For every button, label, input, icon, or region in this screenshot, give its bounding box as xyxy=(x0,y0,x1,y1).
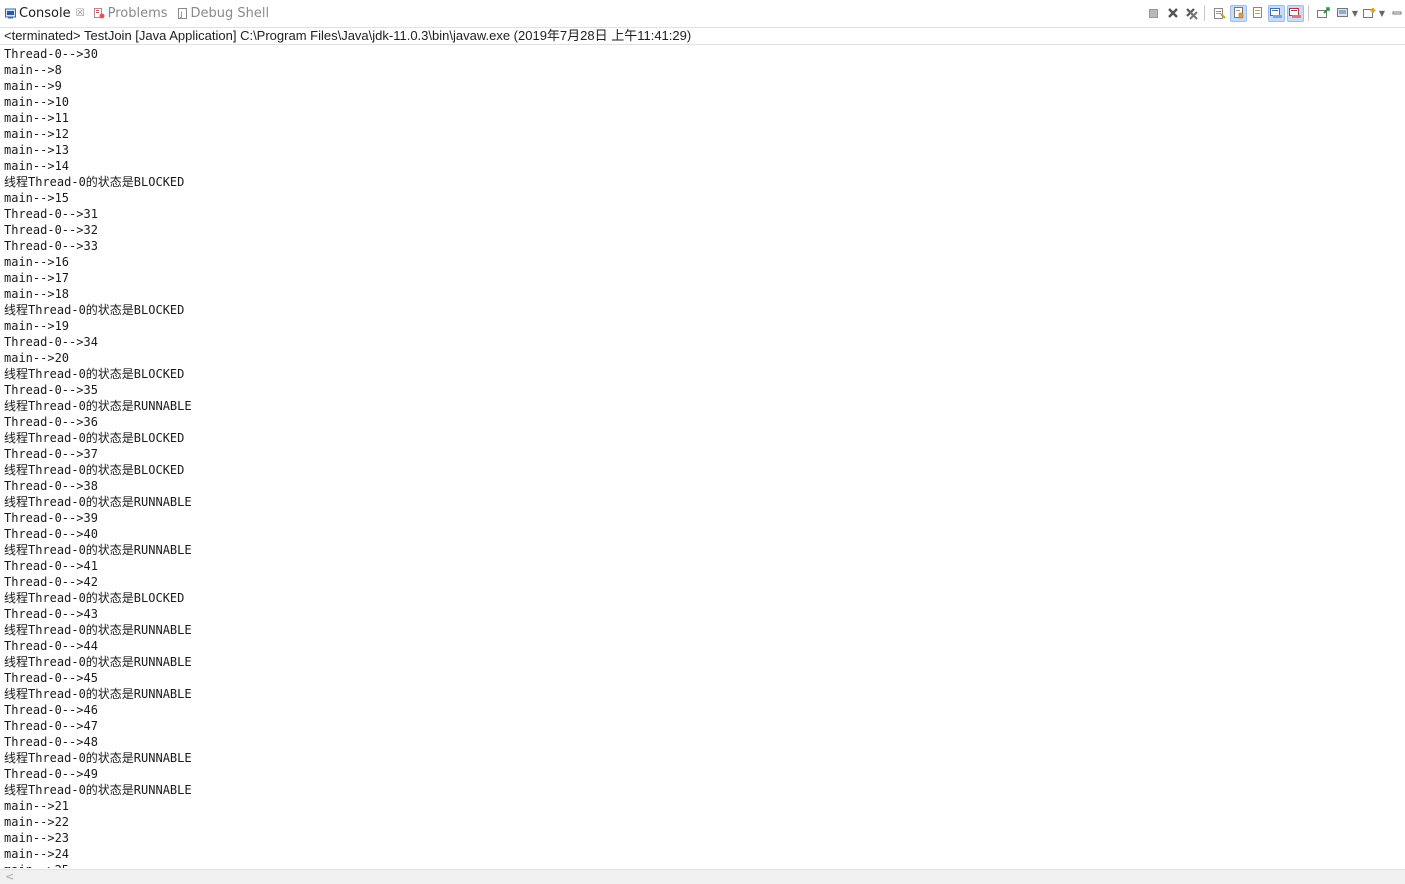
console-line: Thread-0-->37 xyxy=(4,447,98,461)
chevron-down-icon[interactable]: ▼ xyxy=(1351,5,1359,22)
console-line: Thread-0-->33 xyxy=(4,239,98,253)
console-line: main-->10 xyxy=(4,95,70,109)
console-line: 线程Thread-0的状态是RUNNABLE xyxy=(4,655,192,669)
divider xyxy=(0,44,1405,45)
close-icon[interactable]: ☒ xyxy=(76,8,85,19)
console-line: main-->24 xyxy=(4,847,70,861)
tab-problems[interactable]: Problems xyxy=(89,0,172,27)
console-line: Thread-0-->31 xyxy=(4,207,98,221)
console-line: main-->12 xyxy=(4,127,70,141)
console-line: main-->19 xyxy=(4,319,70,333)
console-line: 线程Thread-0的状态是RUNNABLE xyxy=(4,495,192,509)
problems-icon xyxy=(93,8,105,19)
tab-problems-label: Problems xyxy=(107,6,168,21)
pin-console-icon[interactable] xyxy=(1315,5,1332,22)
console-line: main-->22 xyxy=(4,815,70,829)
console-line: main-->9 xyxy=(4,79,62,93)
console-line: 线程Thread-0的状态是RUNNABLE xyxy=(4,687,192,701)
console-line: Thread-0-->38 xyxy=(4,479,98,493)
horizontal-scrollbar[interactable]: < xyxy=(0,869,1405,884)
tab-debug-shell[interactable]: J Debug Shell xyxy=(172,0,274,27)
console-line: Thread-0-->35 xyxy=(4,383,98,397)
tab-console-label: Console xyxy=(19,6,71,21)
debug-shell-icon: J xyxy=(177,8,188,19)
console-line: 线程Thread-0的状态是BLOCKED xyxy=(4,463,185,477)
console-line: Thread-0-->48 xyxy=(4,735,98,749)
clear-console-icon[interactable] xyxy=(1211,5,1228,22)
console-line: Thread-0-->30 xyxy=(4,47,98,61)
console-status-line: <terminated> TestJoin [Java Application]… xyxy=(4,28,692,43)
console-line: Thread-0-->32 xyxy=(4,223,98,237)
svg-text:J: J xyxy=(179,11,182,19)
console-line: main-->11 xyxy=(4,111,70,125)
console-line: main-->25 xyxy=(4,862,1399,868)
console-icon xyxy=(5,8,16,19)
minimize-icon[interactable] xyxy=(1388,5,1405,22)
console-line: 线程Thread-0的状态是BLOCKED xyxy=(4,591,185,605)
toolbar-separator xyxy=(1204,5,1205,21)
open-console-icon[interactable] xyxy=(1361,5,1378,22)
console-line: Thread-0-->43 xyxy=(4,607,98,621)
console-line: main-->20 xyxy=(4,351,70,365)
terminate-icon[interactable] xyxy=(1145,5,1162,22)
console-line: 线程Thread-0的状态是RUNNABLE xyxy=(4,783,192,797)
console-line: Thread-0-->49 xyxy=(4,767,98,781)
console-line: Thread-0-->36 xyxy=(4,415,98,429)
toolbar-separator xyxy=(1308,5,1309,21)
word-wrap-icon[interactable] xyxy=(1249,5,1266,22)
show-on-stderr-icon[interactable] xyxy=(1287,4,1304,22)
console-line: 线程Thread-0的状态是RUNNABLE xyxy=(4,543,192,557)
console-line: 线程Thread-0的状态是BLOCKED xyxy=(4,431,185,445)
console-line: main-->13 xyxy=(4,143,70,157)
chevron-down-icon[interactable]: ▼ xyxy=(1378,5,1386,22)
console-line: main-->14 xyxy=(4,159,70,173)
console-line: Thread-0-->39 xyxy=(4,511,98,525)
console-line: main-->21 xyxy=(4,799,70,813)
console-line: 线程Thread-0的状态是RUNNABLE xyxy=(4,399,192,413)
console-line: 线程Thread-0的状态是RUNNABLE xyxy=(4,751,192,765)
console-line: main-->16 xyxy=(4,255,70,269)
scroll-lock-icon[interactable] xyxy=(1230,4,1247,22)
console-line: 线程Thread-0的状态是BLOCKED xyxy=(4,367,185,381)
console-line: Thread-0-->44 xyxy=(4,639,98,653)
console-line: 线程Thread-0的状态是RUNNABLE xyxy=(4,623,192,637)
console-line: main-->15 xyxy=(4,191,70,205)
tab-debug-shell-label: Debug Shell xyxy=(190,6,270,21)
display-selected-console-icon[interactable] xyxy=(1334,5,1351,22)
console-line: Thread-0-->40 xyxy=(4,527,98,541)
console-line: main-->23 xyxy=(4,831,70,845)
console-line: Thread-0-->41 xyxy=(4,559,98,573)
console-line: Thread-0-->45 xyxy=(4,671,98,685)
console-line: Thread-0-->47 xyxy=(4,719,98,733)
tab-console[interactable]: Console ☒ xyxy=(0,0,89,27)
console-line: Thread-0-->46 xyxy=(4,703,98,717)
view-tab-bar: Console ☒ Problems J Debug Shell ▼ ▼ xyxy=(0,0,1405,28)
console-line: 线程Thread-0的状态是BLOCKED xyxy=(4,303,185,317)
remove-all-terminated-icon[interactable] xyxy=(1183,5,1200,22)
console-toolbar: ▼ ▼ xyxy=(1143,3,1405,23)
show-on-stdout-icon[interactable] xyxy=(1268,4,1285,22)
console-line: Thread-0-->42 xyxy=(4,575,98,589)
scroll-left-icon[interactable]: < xyxy=(5,870,14,883)
console-line: Thread-0-->34 xyxy=(4,335,98,349)
console-line: main-->18 xyxy=(4,287,70,301)
console-line: main-->8 xyxy=(4,63,62,77)
remove-launch-icon[interactable] xyxy=(1164,5,1181,22)
console-output[interactable]: Thread-0-->30 main-->8 main-->9 main-->10 ma… xyxy=(4,46,1399,868)
console-line: main-->17 xyxy=(4,271,70,285)
console-line: 线程Thread-0的状态是BLOCKED xyxy=(4,175,185,189)
